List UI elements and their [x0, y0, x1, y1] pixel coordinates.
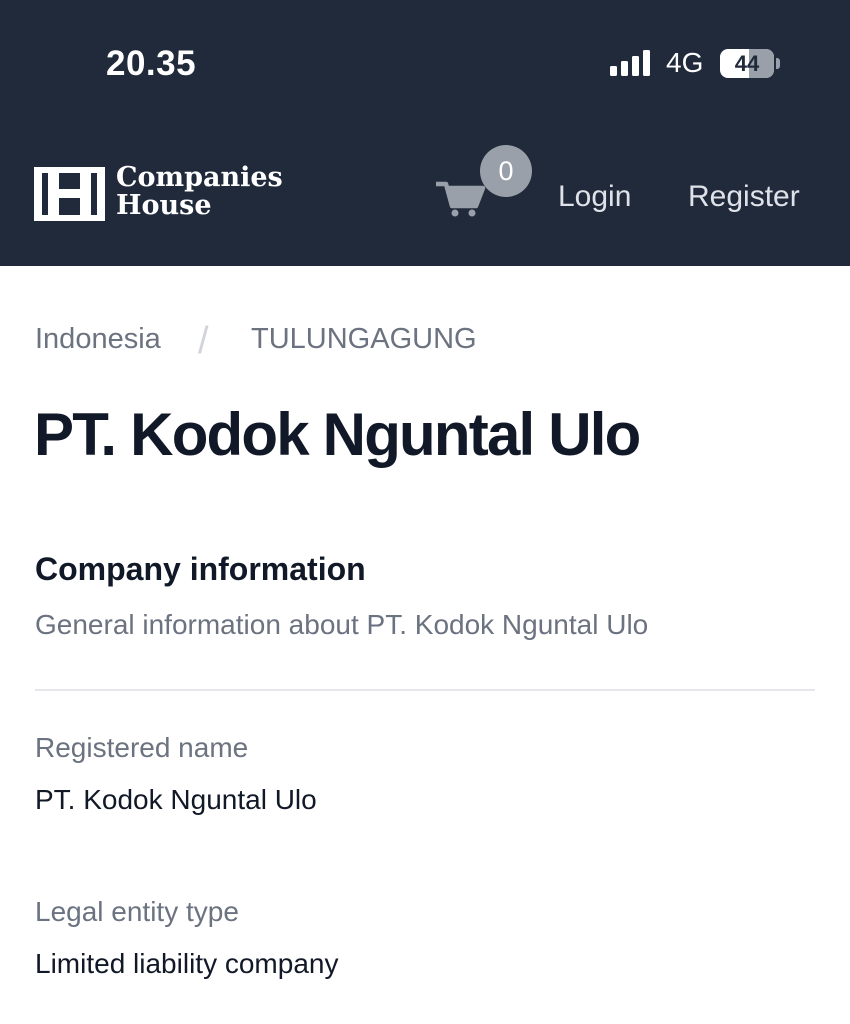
legal-entity-type-label: Legal entity type	[35, 896, 239, 927]
login-link[interactable]: Login	[558, 180, 631, 214]
network-type: 4G	[666, 47, 704, 78]
cart-count-badge[interactable]: 0	[480, 145, 532, 197]
breadcrumb-country[interactable]: Indonesia	[35, 323, 161, 356]
page-title: PT. Kodok Nguntal Ulo	[34, 401, 641, 468]
section-subtitle: General information about PT. Kodok Ngun…	[35, 609, 649, 640]
site-header: 20.35 4G 44 Companies House 0 Login Regi…	[0, 0, 850, 266]
logo-wordmark[interactable]: Companies House	[116, 164, 283, 220]
battery-tip	[776, 58, 780, 69]
breadcrumb-separator: /	[198, 320, 209, 362]
signal-bars-icon	[610, 50, 650, 76]
cart-icon[interactable]	[436, 176, 486, 218]
battery-level: 44	[734, 51, 760, 76]
legal-entity-type-value: Limited liability company	[35, 948, 339, 979]
companies-house-logo-icon[interactable]	[34, 167, 105, 221]
status-time: 20.35	[106, 44, 197, 83]
registered-name-value: PT. Kodok Nguntal Ulo	[35, 784, 317, 815]
logo-line-2: House	[116, 190, 212, 221]
section-title: Company information	[35, 551, 366, 587]
breadcrumb-city[interactable]: TULUNGAGUNG	[251, 323, 477, 356]
battery-icon: 44	[720, 49, 774, 78]
divider	[35, 689, 815, 691]
logo-line-1: Companies	[116, 162, 283, 193]
registered-name-label: Registered name	[35, 732, 249, 763]
register-link[interactable]: Register	[688, 180, 800, 214]
